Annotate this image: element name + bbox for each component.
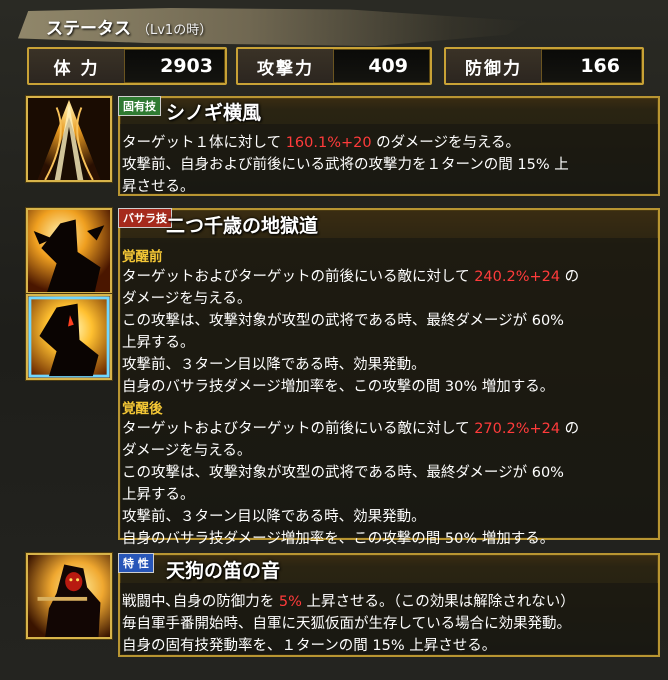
basara-before-line4: 上昇する。 — [122, 335, 195, 351]
trait-line3: 自身の固有技発動率を、１ターンの間 15% 上昇させる。 — [122, 638, 497, 654]
basara-after-line2: ダメージを与える。 — [122, 443, 252, 459]
stat-hp: 体 力 2903 — [27, 47, 227, 85]
basara-after-line5: 攻撃前、３ターン目以降である時、効果発動。 — [122, 509, 426, 525]
skill-name-trait: 天狗の笛の音 — [166, 560, 281, 582]
skill-tag-trait: 特 性 — [118, 553, 154, 573]
trait-defense-value: 5% — [278, 594, 302, 610]
basara-before-line2: ダメージを与える。 — [122, 291, 252, 307]
status-subtitle: （Lv1の時） — [137, 23, 213, 38]
skill-tag-unique: 固有技 — [118, 96, 161, 116]
stat-hp-label: 体 力 — [29, 49, 125, 83]
trait-line1: 戦闘中､自身の防御力を 5% 上昇させる。（この効果は解除されない） — [122, 594, 575, 610]
basara-after-line4: 上昇する。 — [122, 487, 195, 503]
basara-before-line6: 自身のバサラ技ダメージ増加率を、この攻撃の間 30% 増加する。 — [122, 379, 555, 395]
basara-after-line1: ターゲットおよびターゲットの前後にいる敵に対して 270.2%+24 の — [122, 421, 580, 437]
basara-before-line3: この攻撃は、攻撃対象が攻型の武将である時、最終ダメージが 60% — [122, 313, 564, 329]
phase-after-awakening: 覚醒後 — [122, 401, 163, 417]
status-header: ステータス （Lv1の時） — [46, 14, 212, 39]
basara-skill-icon — [26, 208, 112, 294]
skill-panel-basara — [118, 208, 660, 540]
skill1-line1: ターゲット１体に対して 160.1%+20 のダメージを与える。 — [122, 135, 521, 151]
skill-name-basara: 二つ千歳の地獄道 — [166, 215, 319, 237]
basara-after-damage-value: 270.2%+24 — [474, 421, 561, 437]
trait-line2: 毎自軍手番開始時、自軍に天狐仮面が生存している場合に効果発動。 — [122, 616, 572, 632]
status-title: ステータス — [46, 19, 131, 39]
stat-defense: 防御力 166 — [444, 47, 644, 85]
skill1-line2: 攻撃前、自身および前後にいる武将の攻撃力を１ターンの間 15% 上 — [122, 157, 569, 173]
stat-defense-label: 防御力 — [446, 49, 542, 83]
skill-name-unique: シノギ横風 — [166, 102, 262, 124]
stat-attack-value: 409 — [368, 55, 408, 77]
skill1-line3: 昇させる。 — [122, 179, 195, 195]
stat-attack-label: 攻撃力 — [238, 49, 334, 83]
stat-defense-value: 166 — [580, 55, 620, 77]
phase-before-awakening: 覚醒前 — [122, 249, 163, 265]
basara-awakened-icon — [26, 294, 112, 380]
stat-attack: 攻撃力 409 — [236, 47, 432, 85]
basara-after-line3: この攻撃は、攻撃対象が攻型の武将である時、最終ダメージが 60% — [122, 465, 564, 481]
skill-tag-basara: バサラ技 — [118, 208, 172, 228]
skill1-damage-value: 160.1%+20 — [285, 135, 372, 151]
skill-wind-icon — [26, 96, 112, 182]
stat-hp-value: 2903 — [160, 55, 213, 77]
basara-after-line6: 自身のバサラ技ダメージ増加率を、この攻撃の間 50% 増加する。 — [122, 531, 555, 547]
basara-before-damage-value: 240.2%+24 — [474, 269, 561, 285]
basara-before-line1: ターゲットおよびターゲットの前後にいる敵に対して 240.2%+24 の — [122, 269, 580, 285]
basara-before-line5: 攻撃前、３ターン目以降である時、効果発動。 — [122, 357, 426, 373]
tengu-trait-icon — [26, 553, 112, 639]
